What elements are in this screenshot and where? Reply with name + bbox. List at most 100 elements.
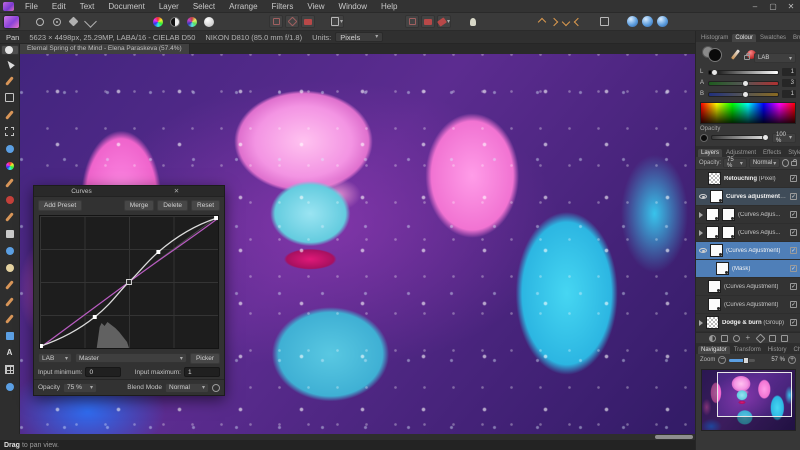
layer-visibility-checkbox[interactable]: ✓ [790, 175, 797, 182]
clip-canvas-icon[interactable] [421, 15, 435, 28]
layers-settings-gear-icon[interactable] [782, 159, 789, 167]
layers-blend-select[interactable]: Normal▾ [749, 158, 780, 168]
layer-visibility-checkbox[interactable]: ✓ [790, 211, 797, 218]
navigator-view-rect[interactable] [717, 372, 791, 417]
curves-graph[interactable] [39, 215, 219, 349]
menu-select[interactable]: Select [186, 0, 222, 13]
tool-colour-replacement[interactable] [1, 157, 19, 174]
layer-visibility-checkbox[interactable]: ✓ [790, 283, 797, 290]
document-tab[interactable]: Eternal Spring of the Mind - Elena Paras… [20, 44, 190, 54]
layer-row-curves-2[interactable]: (Curves Adjus... ✓ [696, 224, 800, 242]
layers-opacity-select[interactable]: 75 %▾ [723, 158, 747, 168]
zoom-selection-icon[interactable] [657, 16, 668, 27]
delete-layer-icon[interactable] [781, 335, 788, 342]
merge-button[interactable]: Merge [124, 200, 154, 211]
layer-row-curves-3[interactable]: (Curves Adjustment) ✓ [696, 278, 800, 296]
tab-navigator[interactable]: Navigator [698, 346, 730, 354]
move-forward-icon[interactable] [550, 17, 558, 25]
curves-opacity-select[interactable]: 75 %▾ [63, 383, 97, 393]
tool-clone[interactable] [1, 225, 19, 242]
horizontal-scrollbar-thumb[interactable] [655, 435, 693, 439]
close-button[interactable]: ✕ [782, 0, 800, 13]
zoom-to-fit-icon[interactable] [627, 16, 638, 27]
layer-row-curves-group[interactable]: Curves adjustments (Gro... ✓ [696, 188, 800, 206]
auto-levels-icon[interactable] [151, 15, 164, 28]
tool-shape[interactable] [1, 327, 19, 344]
invert-selection-icon[interactable] [301, 15, 315, 28]
auto-colour-icon[interactable] [185, 15, 198, 28]
tool-burn[interactable] [1, 276, 19, 293]
develop-persona-icon[interactable] [50, 15, 63, 28]
move-backward-icon[interactable] [562, 17, 570, 25]
colour-model-select[interactable]: LAB▾ [38, 353, 72, 363]
eye-icon[interactable] [699, 248, 707, 253]
move-to-front-icon[interactable] [538, 17, 546, 25]
tab-history[interactable]: History [765, 346, 790, 354]
layer-row-curves-selected[interactable]: (Curves Adjustment) ✓ [696, 242, 800, 260]
tool-move[interactable] [1, 55, 19, 72]
tone-mapping-persona-icon[interactable] [67, 15, 80, 28]
tab-brushes[interactable]: Brushes [790, 34, 800, 42]
tool-flood-select[interactable] [1, 140, 19, 157]
tab-transform[interactable]: Transform [731, 346, 764, 354]
zoom-100-icon[interactable] [642, 16, 653, 27]
colour-picker-icon[interactable] [731, 49, 740, 60]
tool-marquee[interactable] [1, 123, 19, 140]
menu-view[interactable]: View [300, 0, 331, 13]
tool-text[interactable]: A [1, 344, 19, 361]
tool-zoom[interactable] [1, 378, 19, 395]
maximize-button[interactable]: ▢ [764, 0, 782, 13]
input-max-field[interactable]: 1 [184, 367, 220, 377]
curves-close-icon[interactable]: ✕ [129, 187, 224, 195]
slice-icon[interactable]: ▾ [437, 15, 451, 28]
tab-swatches[interactable]: Swatches [757, 34, 789, 42]
persona-photo-icon[interactable] [4, 16, 19, 28]
layer-visibility-checkbox[interactable]: ✓ [790, 319, 797, 326]
menu-help[interactable]: Help [374, 0, 404, 13]
colour-model-dropdown[interactable]: LAB▾ [754, 53, 796, 63]
tool-red-eye[interactable] [1, 191, 19, 208]
tool-blur[interactable] [1, 242, 19, 259]
liquify-persona-icon[interactable] [33, 15, 46, 28]
selection-marquee-icon[interactable] [269, 15, 283, 28]
layer-row-curves-4[interactable]: (Curves Adjustment) ✓ [696, 296, 800, 314]
snapping-icon[interactable] [598, 15, 611, 28]
menu-file[interactable]: File [18, 0, 45, 13]
slider-A-value[interactable]: 3 [782, 79, 796, 87]
tool-paint-brush[interactable] [1, 208, 19, 225]
tool-crop[interactable] [1, 89, 19, 106]
slider-L-value[interactable]: 1 [782, 68, 796, 76]
tab-histogram[interactable]: Histogram [698, 34, 731, 42]
lock-icon[interactable] [744, 55, 750, 60]
tool-healing[interactable] [1, 174, 19, 191]
adjustment-icon[interactable] [709, 335, 716, 342]
channel-select[interactable]: Master▾ [75, 353, 187, 363]
slider-A[interactable] [708, 81, 779, 86]
slider-B-value[interactable]: 1 [782, 90, 796, 98]
layer-row-dodge-burn[interactable]: Dodge & burn (Group) ✓ [696, 314, 800, 332]
layer-visibility-checkbox[interactable]: ✓ [790, 229, 797, 236]
expand-arrow-icon[interactable] [699, 212, 703, 218]
tool-selection-brush[interactable] [1, 106, 19, 123]
add-preset-button[interactable]: Add Preset [38, 200, 82, 211]
opacity-slider[interactable] [711, 135, 769, 140]
deselect-icon[interactable] [285, 15, 299, 28]
tool-view[interactable] [1, 45, 19, 55]
layer-row-retouching[interactable]: Retouching (Pixel) ✓ [696, 170, 800, 188]
blend-mode-select[interactable]: Normal▾ [165, 383, 209, 393]
menu-arrange[interactable]: Arrange [222, 0, 264, 13]
rotate-document-icon[interactable] [405, 15, 419, 28]
tab-styles[interactable]: Styles [785, 149, 800, 157]
menu-filters[interactable]: Filters [265, 0, 301, 13]
fx-icon[interactable] [733, 335, 740, 342]
colour-spectrum[interactable] [700, 102, 796, 124]
tab-colour[interactable]: Colour [732, 34, 756, 42]
eye-icon[interactable] [699, 194, 707, 199]
layer-visibility-checkbox[interactable]: ✓ [790, 301, 797, 308]
expand-arrow-icon[interactable] [699, 230, 703, 236]
nav-zoom-slider[interactable] [729, 359, 755, 362]
navigator-thumbnail[interactable] [701, 369, 796, 431]
layer-row-curves-1[interactable]: (Curves Adjus... ✓ [696, 206, 800, 224]
units-select[interactable]: Pixels▾ [335, 32, 383, 42]
colour-opacity-select[interactable]: 100 %▾ [772, 133, 796, 143]
